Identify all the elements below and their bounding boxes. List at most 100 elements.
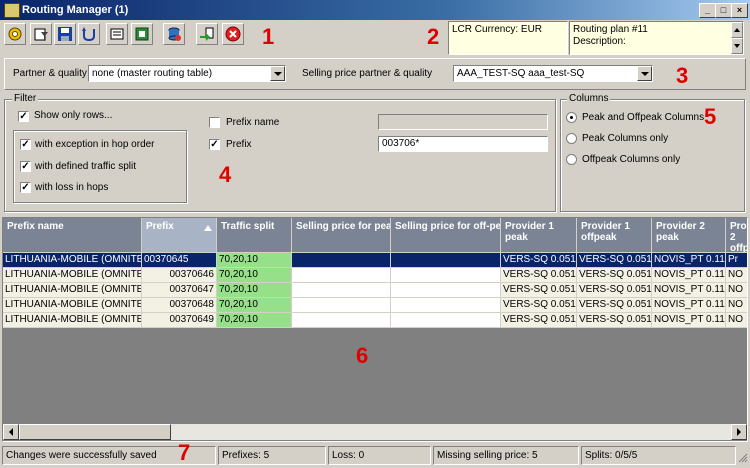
cell-provider2-peak[interactable]: NOVIS_PT 0.114 xyxy=(652,253,726,268)
cell-provider1-peak[interactable]: VERS-SQ 0.0515 xyxy=(501,283,577,298)
cancel-button[interactable] xyxy=(222,23,244,45)
with-exception-checkbox[interactable]: ✓ xyxy=(20,139,31,150)
cell-prefix-name[interactable]: LITHUANIA-MOBILE (OMNITEL) xyxy=(3,253,142,268)
table-row[interactable]: LITHUANIA-MOBILE (OMNITEL) 00370648 70,20,… xyxy=(3,298,747,313)
cell-prefix-name[interactable]: LITHUANIA-MOBILE (OMNITEL) xyxy=(3,298,142,313)
cell-traffic-split[interactable]: 70,20,10 xyxy=(217,283,292,298)
header-prefix[interactable]: Prefix xyxy=(142,218,217,253)
table-row[interactable]: LITHUANIA-MOBILE (OMNITEL) 00370645 70,20,… xyxy=(3,253,747,268)
cell-selling-peak[interactable] xyxy=(292,253,391,268)
cell-traffic-split[interactable]: 70,20,10 xyxy=(217,253,292,268)
peak-offpeak-radio[interactable] xyxy=(566,112,577,123)
cell-provider1-peak[interactable]: VERS-SQ 0.0515 xyxy=(501,268,577,283)
cell-selling-peak[interactable] xyxy=(292,283,391,298)
settings-button[interactable] xyxy=(4,23,26,45)
cell-provider1-offpeak[interactable]: VERS-SQ 0.0515 xyxy=(577,283,652,298)
scroll-left-button[interactable] xyxy=(3,424,19,440)
selling-partner-select[interactable]: AAA_TEST-SQ aaa_test-SQ xyxy=(453,65,653,82)
show-only-rows-checkbox[interactable]: ✓ xyxy=(18,111,29,122)
cell-selling-offpeak[interactable] xyxy=(391,268,501,283)
cell-prefix[interactable]: 00370647 xyxy=(142,283,217,298)
with-traffic-split-checkbox[interactable]: ✓ xyxy=(20,161,31,172)
table-row[interactable]: LITHUANIA-MOBILE (OMNITEL) 00370647 70,20,… xyxy=(3,283,747,298)
cell-prefix-name[interactable]: LITHUANIA-MOBILE (OMNITEL) xyxy=(3,283,142,298)
database-button[interactable] xyxy=(163,23,185,45)
header-prefix-name[interactable]: Prefix name xyxy=(3,218,142,253)
cell-prefix[interactable]: 00370649 xyxy=(142,313,217,328)
cell-selling-peak[interactable] xyxy=(292,298,391,313)
cell-provider1-peak[interactable]: VERS-SQ 0.0515 xyxy=(501,253,577,268)
scroll-down-button[interactable] xyxy=(731,38,743,54)
annotation-7: 7 xyxy=(178,440,191,465)
chevron-down-icon[interactable] xyxy=(637,66,652,81)
cell-selling-offpeak[interactable] xyxy=(391,313,501,328)
table-row[interactable]: LITHUANIA-MOBILE (OMNITEL) 00370646 70,20,… xyxy=(3,268,747,283)
cell-traffic-split[interactable]: 70,20,10 xyxy=(217,298,292,313)
currency-label: LCR Currency: EUR xyxy=(452,24,543,35)
cell-prefix[interactable]: 00370646 xyxy=(142,268,217,283)
header-selling-offpeak[interactable]: Selling price for off-peak xyxy=(391,218,501,253)
cell-prefix-name[interactable]: LITHUANIA-MOBILE (OMNITEL) xyxy=(3,268,142,283)
offpeak-only-radio[interactable] xyxy=(566,154,577,165)
header-provider2-peak[interactable]: Provider 2 peak xyxy=(652,218,726,253)
scroll-up-button[interactable] xyxy=(731,22,743,38)
import-button[interactable] xyxy=(196,23,218,45)
header-provider1-peak[interactable]: Provider 1 peak xyxy=(501,218,577,253)
cell-provider2-offpeak[interactable]: NO xyxy=(726,268,747,283)
chevron-down-icon[interactable] xyxy=(270,66,285,81)
with-traffic-split-label: with defined traffic split xyxy=(35,161,136,172)
horizontal-scrollbar[interactable] xyxy=(3,424,747,440)
with-loss-label: with loss in hops xyxy=(35,182,109,193)
cell-selling-offpeak[interactable] xyxy=(391,298,501,313)
scroll-right-button[interactable] xyxy=(731,424,747,440)
table-row[interactable]: LITHUANIA-MOBILE (OMNITEL) 00370649 70,20,… xyxy=(3,313,747,328)
cell-prefix[interactable]: 00370645 xyxy=(142,253,217,268)
minimize-button[interactable]: _ xyxy=(699,3,716,18)
cell-provider2-offpeak[interactable]: NO xyxy=(726,298,747,313)
header-provider2-offpeak[interactable]: Provider 2 offpeak xyxy=(726,218,747,253)
header-selling-peak[interactable]: Selling price for peak xyxy=(292,218,391,253)
prefix-name-checkbox[interactable] xyxy=(209,117,220,128)
routing-grid[interactable]: Prefix name Prefix Traffic split Selling… xyxy=(2,217,748,442)
peak-only-radio[interactable] xyxy=(566,133,577,144)
maximize-button[interactable]: □ xyxy=(715,3,732,18)
list-button[interactable] xyxy=(106,23,128,45)
cell-provider2-offpeak[interactable]: Pr xyxy=(726,253,747,268)
cell-provider2-peak[interactable]: NOVIS_PT 0.114 xyxy=(652,283,726,298)
close-window-button[interactable]: × xyxy=(731,3,748,18)
cell-selling-peak[interactable] xyxy=(292,313,391,328)
undo-button[interactable] xyxy=(78,23,100,45)
cell-selling-offpeak[interactable] xyxy=(391,283,501,298)
cell-traffic-split[interactable]: 70,20,10 xyxy=(217,268,292,283)
cell-provider2-peak[interactable]: NOVIS_PT 0.114 xyxy=(652,268,726,283)
database-icon xyxy=(168,27,181,41)
save-button[interactable] xyxy=(54,23,76,45)
partner-quality-select[interactable]: none (master routing table) xyxy=(88,65,286,82)
export-button[interactable] xyxy=(131,23,153,45)
cell-provider1-offpeak[interactable]: VERS-SQ 0.0515 xyxy=(577,298,652,313)
with-loss-checkbox[interactable]: ✓ xyxy=(20,182,31,193)
cell-provider1-offpeak[interactable]: VERS-SQ 0.0515 xyxy=(577,313,652,328)
cell-traffic-split[interactable]: 70,20,10 xyxy=(217,313,292,328)
prefix-checkbox[interactable]: ✓ xyxy=(209,139,220,150)
cell-selling-peak[interactable] xyxy=(292,268,391,283)
cell-provider2-peak[interactable]: NOVIS_PT 0.114 xyxy=(652,298,726,313)
cell-provider2-peak[interactable]: NOVIS_PT 0.114 xyxy=(652,313,726,328)
cell-provider1-offpeak[interactable]: VERS-SQ 0.0515 xyxy=(577,268,652,283)
cell-prefix[interactable]: 00370648 xyxy=(142,298,217,313)
cell-provider1-peak[interactable]: VERS-SQ 0.0515 xyxy=(501,313,577,328)
cell-selling-offpeak[interactable] xyxy=(391,253,501,268)
cell-provider2-offpeak[interactable]: NO xyxy=(726,283,747,298)
filter-button[interactable] xyxy=(30,23,52,45)
prefix-name-input[interactable] xyxy=(378,114,548,130)
cell-prefix-name[interactable]: LITHUANIA-MOBILE (OMNITEL) xyxy=(3,313,142,328)
scroll-thumb[interactable] xyxy=(19,424,171,440)
header-provider1-offpeak[interactable]: Provider 1 offpeak xyxy=(577,218,652,253)
prefix-input[interactable]: 003706* xyxy=(378,136,548,152)
resize-grip-icon[interactable] xyxy=(737,452,748,463)
cell-provider1-peak[interactable]: VERS-SQ 0.0515 xyxy=(501,298,577,313)
header-traffic-split[interactable]: Traffic split xyxy=(217,218,292,253)
cell-provider1-offpeak[interactable]: VERS-SQ 0.0515 xyxy=(577,253,652,268)
sort-ascending-icon xyxy=(204,225,212,231)
cell-provider2-offpeak[interactable]: NO xyxy=(726,313,747,328)
